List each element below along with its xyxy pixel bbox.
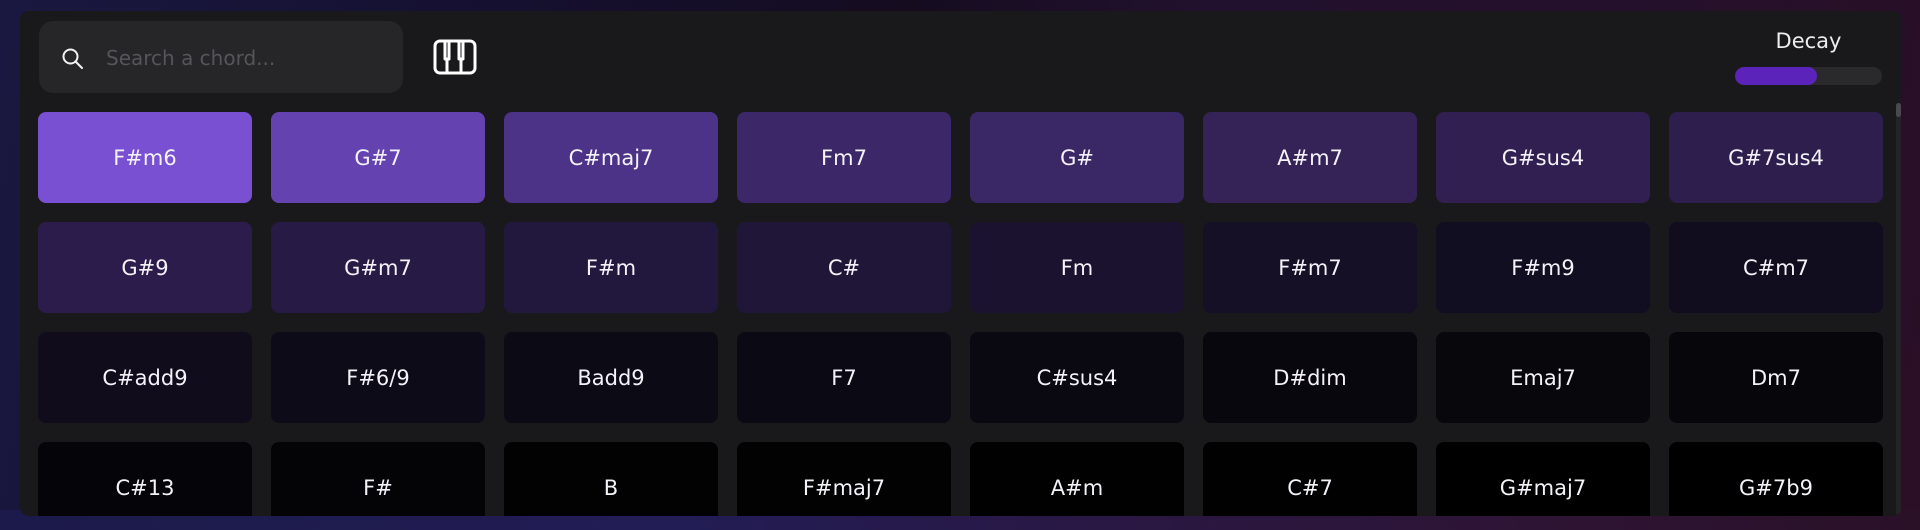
chord-button[interactable]: F# (271, 442, 485, 516)
chord-button[interactable]: Dm7 (1669, 332, 1883, 423)
scrollbar[interactable] (1896, 103, 1901, 515)
chord-label: F#6/9 (346, 365, 410, 390)
chord-label: Dm7 (1751, 365, 1801, 390)
chord-label: G#7sus4 (1728, 145, 1824, 170)
chord-button[interactable]: F#6/9 (271, 332, 485, 423)
decay-label: Decay (1775, 29, 1842, 53)
chord-button[interactable]: F#m6 (38, 112, 252, 203)
chord-label: C#m7 (1742, 255, 1810, 280)
chord-label: C#maj7 (568, 145, 654, 170)
chord-label: C#add9 (102, 365, 188, 390)
chord-button[interactable]: Fm (970, 222, 1184, 313)
chord-label: F#m (585, 255, 637, 280)
chord-button[interactable]: C#sus4 (970, 332, 1184, 423)
search-icon (61, 47, 85, 71)
chord-label: A#m (1050, 475, 1104, 500)
chord-button[interactable]: C#7 (1203, 442, 1417, 516)
chord-label: G#maj7 (1499, 475, 1587, 500)
chord-button[interactable]: G#sus4 (1436, 112, 1650, 203)
chord-button[interactable]: C#maj7 (504, 112, 718, 203)
chord-label: Fm (1060, 255, 1094, 280)
chord-button[interactable]: Emaj7 (1436, 332, 1650, 423)
chord-label: C#13 (115, 475, 175, 500)
chord-button[interactable]: C#m7 (1669, 222, 1883, 313)
chord-button[interactable]: G#7sus4 (1669, 112, 1883, 203)
chord-button[interactable]: Fm7 (737, 112, 951, 203)
chord-label: F# (363, 475, 393, 500)
chord-label: F7 (831, 365, 857, 390)
chord-button[interactable]: C# (737, 222, 951, 313)
chord-label: G#7 (354, 145, 402, 170)
chord-button[interactable]: B (504, 442, 718, 516)
chord-label: Fm7 (821, 145, 867, 170)
chord-label: G#m7 (344, 255, 412, 280)
chord-label: A#m7 (1277, 145, 1343, 170)
chord-label: F#m7 (1278, 255, 1342, 280)
chord-label: C#7 (1287, 475, 1333, 500)
chord-button[interactable]: F7 (737, 332, 951, 423)
chord-label: B (603, 475, 619, 500)
piano-button[interactable] (430, 37, 480, 81)
chord-label: F#maj7 (802, 475, 886, 500)
chord-button[interactable]: A#m7 (1203, 112, 1417, 203)
search-box[interactable] (39, 21, 403, 95)
chord-panel: Decay F#m6 G#7 C#maj7 Fm7 G# A#m7 G#sus4 G#7sus… (20, 11, 1902, 516)
chord-button[interactable]: F#m7 (1203, 222, 1417, 313)
piano-icon (433, 39, 477, 79)
chord-label: G#7b9 (1739, 475, 1813, 500)
chord-button[interactable]: D#dim (1203, 332, 1417, 423)
chord-button[interactable]: G#maj7 (1436, 442, 1650, 516)
chord-label: F#m6 (113, 145, 177, 170)
chord-button[interactable]: G#9 (38, 222, 252, 313)
decay-control: Decay (1735, 29, 1882, 85)
chord-label: G# (1060, 145, 1094, 170)
chord-label: C#sus4 (1036, 365, 1118, 390)
chord-label: Emaj7 (1510, 365, 1576, 390)
chord-button[interactable]: C#add9 (38, 332, 252, 423)
chord-label: C# (827, 255, 861, 280)
chord-label: Badd9 (577, 365, 645, 390)
chord-button[interactable]: G#m7 (271, 222, 485, 313)
chord-label: G#sus4 (1501, 145, 1585, 170)
chord-label: G#9 (121, 255, 169, 280)
chord-label: D#dim (1273, 365, 1347, 390)
chord-label: F#m9 (1511, 255, 1575, 280)
scrollbar-thumb[interactable] (1896, 103, 1901, 117)
search-input[interactable] (104, 21, 393, 95)
chord-button[interactable]: F#m9 (1436, 222, 1650, 313)
chord-button[interactable]: G# (970, 112, 1184, 203)
decay-slider[interactable] (1735, 67, 1882, 85)
chord-button[interactable]: G#7 (271, 112, 485, 203)
chord-grid: F#m6 G#7 C#maj7 Fm7 G# A#m7 G#sus4 G#7sus4 G#9 G#… (38, 112, 1883, 516)
chord-button[interactable]: Badd9 (504, 332, 718, 423)
chord-button[interactable]: A#m (970, 442, 1184, 516)
decay-slider-fill (1735, 67, 1818, 85)
chord-button[interactable]: G#7b9 (1669, 442, 1883, 516)
chord-button[interactable]: F#maj7 (737, 442, 951, 516)
chord-button[interactable]: F#m (504, 222, 718, 313)
chord-button[interactable]: C#13 (38, 442, 252, 516)
